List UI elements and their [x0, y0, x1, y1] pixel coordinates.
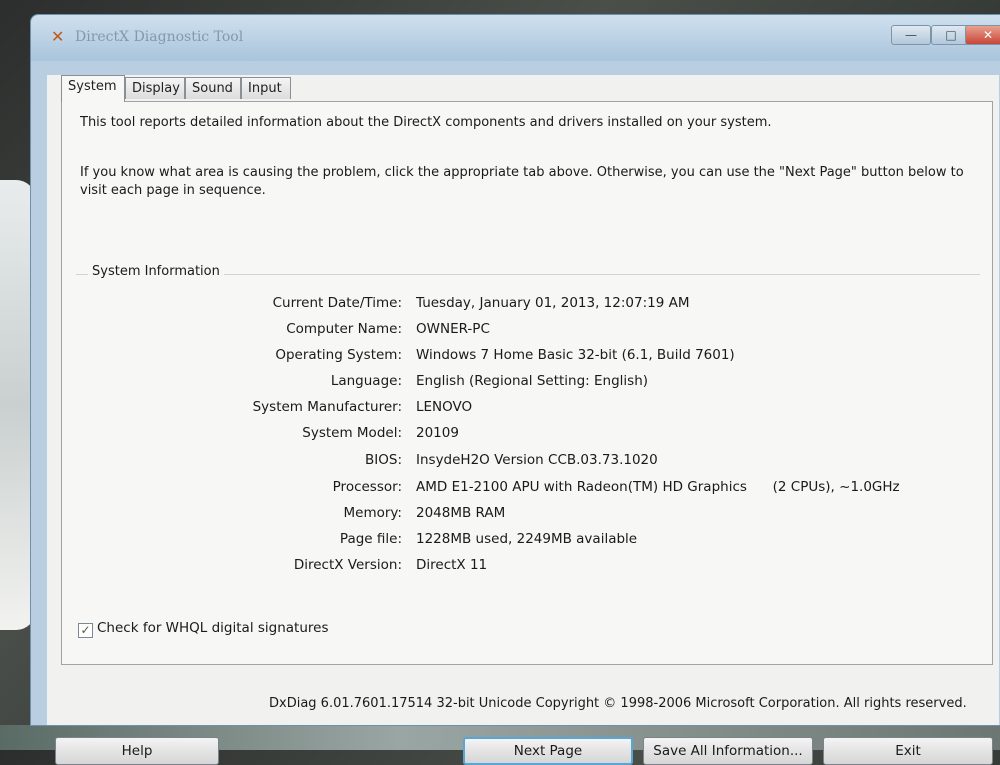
title-bar[interactable]: ✕ DirectX Diagnostic Tool — □ ✕ — [31, 15, 1000, 61]
whql-label: Check for WHQL digital signatures — [97, 620, 329, 636]
info-value: InsydeH2O Version CCB.03.73.1020 — [416, 452, 658, 468]
info-row-directx-version: DirectX Version: DirectX 11 — [76, 557, 976, 579]
info-label: Memory: — [343, 505, 402, 521]
info-row-operating-system: Operating System: Windows 7 Home Basic 3… — [76, 347, 976, 369]
instructions-line-1: If you know what area is causing the pro… — [80, 165, 964, 180]
info-value: 1228MB used, 2249MB available — [416, 531, 638, 547]
client-area: System Display Sound Input This tool rep… — [47, 75, 999, 765]
info-row-page-file: Page file: 1228MB used, 2249MB available — [76, 531, 976, 553]
instructions-line-2: visit each page in sequence. — [80, 183, 266, 198]
minimize-button[interactable]: — — [891, 25, 931, 45]
system-information-group: System Information Current Date/Time: Tu… — [76, 264, 980, 670]
exit-button[interactable]: Exit — [823, 737, 993, 765]
info-label: DirectX Version: — [293, 557, 402, 573]
dxdiag-window: ✕ DirectX Diagnostic Tool — □ ✕ System D… — [30, 14, 1000, 765]
info-row-processor: Processor: AMD E1-2100 APU with Radeon(T… — [76, 479, 976, 501]
info-value: LENOVO — [416, 399, 473, 415]
info-value: 2048MB RAM — [416, 505, 506, 521]
info-label: System Model: — [302, 425, 402, 441]
save-all-information-button[interactable]: Save All Information... — [643, 737, 813, 765]
info-value: AMD E1-2100 APU with Radeon(TM) HD Graph… — [416, 479, 900, 495]
help-button[interactable]: Help — [55, 737, 219, 765]
info-label: Computer Name: — [286, 321, 402, 337]
whql-checkbox-row[interactable]: ✓ Check for WHQL digital signatures — [78, 620, 328, 638]
info-label: System Manufacturer: — [252, 399, 402, 415]
info-value: Tuesday, January 01, 2013, 12:07:19 AM — [416, 295, 690, 311]
group-label: System Information — [88, 264, 224, 279]
info-value: Windows 7 Home Basic 32-bit (6.1, Build … — [416, 347, 735, 363]
tab-sound[interactable]: Sound — [185, 77, 241, 99]
info-value: English (Regional Setting: English) — [416, 373, 649, 389]
info-row-model: System Model: 20109 — [76, 425, 976, 447]
info-row-manufacturer: System Manufacturer: LENOVO — [76, 399, 976, 421]
info-label: BIOS: — [365, 452, 402, 468]
tab-system[interactable]: System — [61, 75, 125, 102]
info-label: Current Date/Time: — [272, 295, 402, 311]
info-row-language: Language: English (Regional Setting: Eng… — [76, 373, 976, 395]
info-value: DirectX 11 — [416, 557, 488, 573]
window-title: DirectX Diagnostic Tool — [75, 29, 244, 45]
system-tab-panel: This tool reports detailed information a… — [61, 101, 993, 665]
info-label: Language: — [330, 373, 402, 389]
dxdiag-app-icon: ✕ — [51, 27, 65, 46]
info-row-bios: BIOS: InsydeH2O Version CCB.03.73.1020 — [76, 452, 976, 474]
info-label: Operating System: — [275, 347, 402, 363]
version-copyright-text: DxDiag 6.01.7601.17514 32-bit Unicode Co… — [269, 696, 967, 711]
info-row-datetime: Current Date/Time: Tuesday, January 01, … — [76, 295, 976, 317]
tab-input[interactable]: Input — [241, 77, 291, 99]
intro-text: This tool reports detailed information a… — [80, 115, 772, 130]
next-page-button[interactable]: Next Page — [463, 737, 633, 765]
info-label: Processor: — [332, 479, 402, 495]
tab-display[interactable]: Display — [125, 77, 185, 99]
info-row-memory: Memory: 2048MB RAM — [76, 505, 976, 527]
close-button[interactable]: ✕ — [965, 25, 1000, 45]
info-value: OWNER-PC — [416, 321, 490, 337]
info-label: Page file: — [339, 531, 402, 547]
info-value: 20109 — [416, 425, 459, 441]
info-row-computer-name: Computer Name: OWNER-PC — [76, 321, 976, 343]
whql-checkbox[interactable]: ✓ — [78, 623, 93, 638]
